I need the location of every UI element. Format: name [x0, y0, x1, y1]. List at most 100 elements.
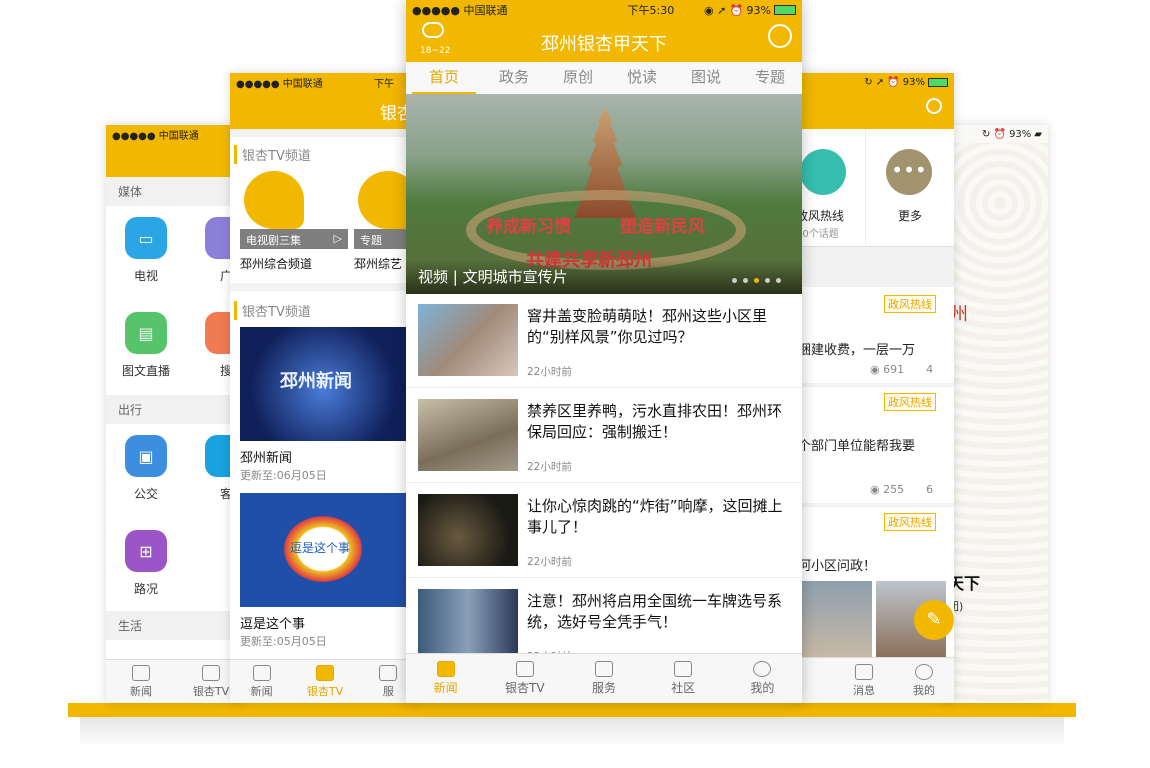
- service-row-3: ▣ 公交 客: [106, 435, 246, 502]
- battery-label: 93%: [746, 3, 771, 17]
- show-thumbnail[interactable]: 逗是这个事: [240, 493, 406, 607]
- channel-label: 邳州综艺: [354, 257, 403, 271]
- tv-icon: [202, 664, 220, 681]
- status-bar: ↻ ⏰ 93% ▰: [982, 128, 1042, 140]
- section-travel: 出行: [106, 395, 246, 424]
- phone-home: ●●●●● 中国联通 下午5:30 ◉ ➚ ⏰ 93% 18~22 邳州银杏甲天…: [406, 0, 802, 703]
- chat-icon: [674, 661, 693, 677]
- news-icon: [436, 661, 455, 677]
- tab-mine[interactable]: 我的: [894, 658, 954, 703]
- tab-mine[interactable]: 我的: [723, 654, 802, 703]
- baseline-shadow: [80, 717, 1064, 747]
- post-2[interactable]: 政风热线 个部门单位能帮我要 ◉ 255 6: [790, 387, 954, 503]
- news-item[interactable]: 注意！邳州将启用全国统一车牌选号系统，选好号全凭手气！ 22小时前: [406, 579, 802, 659]
- nav-reading[interactable]: 悦读: [610, 62, 674, 94]
- tab-service[interactable]: 服务: [564, 654, 643, 703]
- service-row-2: ▤ 图文直播 搜: [106, 312, 246, 379]
- news-time: 22小时前: [527, 556, 572, 568]
- channel-label: 邳州综合频道: [240, 257, 313, 271]
- header: ●●●●● 中国联通: [106, 125, 246, 177]
- news-title: 让你心惊肉跳的“炸街”响摩，这回摊上事儿了！: [527, 497, 783, 536]
- nav-home[interactable]: 首页: [412, 62, 476, 94]
- nav-politics[interactable]: 政务: [482, 62, 546, 94]
- tab-news[interactable]: 新闻: [106, 660, 176, 703]
- service-row-4: ⊞ 路况: [106, 530, 186, 597]
- news-item[interactable]: 禁养区里养鸭，污水直排农田！邳州环保局回应：强制搬迁！ 22小时前: [406, 389, 802, 483]
- post-1[interactable]: 政风热线 捆建收费，一层一万 ◉ 691 4: [790, 287, 954, 383]
- news-item[interactable]: 让你心惊肉跳的“炸街”响摩，这回摊上事儿了！ 22小时前: [406, 484, 802, 578]
- show-title: 逗是这个事: [240, 617, 306, 632]
- cell-label: 政风热线: [796, 209, 845, 223]
- post-text: 个部门单位能帮我要: [798, 439, 916, 454]
- tv-icon: [315, 664, 334, 681]
- news-item[interactable]: 窨井盖变脸萌萌哒！邳州这些小区里的“别样风景”你见过吗？ 22小时前: [406, 294, 802, 388]
- tab-news[interactable]: 新闻: [406, 654, 485, 703]
- compose-button[interactable]: ✎: [914, 600, 954, 640]
- channel-card[interactable]: 电视剧三集 ▷: [240, 171, 348, 249]
- show-art: 逗是这个事: [290, 541, 351, 555]
- news-time: 22小时前: [527, 366, 572, 378]
- tab-label: 新闻: [130, 684, 152, 698]
- banner[interactable]: 养成新习惯 塑造新民风 共建共享新邳州 视频 | 文明城市宣传片: [406, 94, 802, 294]
- status-bar: ↻ ➚ ⏰ 93%: [790, 73, 954, 91]
- phone-tv: ●●●●● 中国联通 下午 银杏 银杏TV频道 电视剧三集 ▷ 邳州综合频道 专题 …: [230, 73, 420, 703]
- news-title: 注意！邳州将启用全国统一车牌选号系统，选好号全凭手气！: [527, 592, 783, 631]
- live-icon: ▤: [125, 312, 167, 354]
- nav-original[interactable]: 原创: [546, 62, 610, 94]
- service-road[interactable]: ⊞ 路况: [106, 530, 186, 597]
- cell-more[interactable]: ••• 更多: [866, 129, 954, 247]
- search-icon[interactable]: [926, 98, 942, 114]
- ginkgo-logo: [244, 171, 304, 229]
- news-title: 窨井盖变脸萌萌哒！邳州这些小区里的“别样风景”你见过吗？: [527, 307, 768, 346]
- banner-slogan: 塑造新民风: [620, 217, 705, 237]
- nav-photos[interactable]: 图说: [674, 62, 738, 94]
- post-text: 捆建收费，一层一万: [798, 343, 916, 358]
- section-title: 银杏TV频道: [234, 301, 311, 320]
- tab-label: 服务: [592, 681, 617, 695]
- tab-label: 我的: [913, 683, 935, 697]
- views: 691: [883, 363, 905, 376]
- tab-label: 消息: [853, 683, 875, 697]
- news-thumbnail: [418, 304, 518, 376]
- tab-label: 银杏TV: [505, 681, 545, 695]
- post-tag: 政风热线: [884, 393, 936, 411]
- service-live[interactable]: ▤ 图文直播: [106, 312, 186, 379]
- news-icon: [132, 664, 150, 681]
- channel-section: 银杏TV频道 电视剧三集 ▷ 邳州综合频道 专题 邳州综艺: [230, 137, 420, 283]
- status-bar: ●●●●● 中国联通 下午5:30 ◉ ➚ ⏰ 93%: [406, 0, 802, 20]
- service-label: 图文直播: [121, 364, 170, 378]
- tab-news[interactable]: 新闻: [230, 660, 293, 703]
- time: 下午: [374, 78, 394, 90]
- yellow-baseline: [68, 703, 1076, 717]
- service-bus[interactable]: ▣ 公交: [106, 435, 186, 502]
- service-label: 路况: [133, 582, 158, 596]
- header: ●●●●● 中国联通 下午 银杏: [230, 73, 420, 129]
- post-text: 河小区问政！: [798, 559, 877, 574]
- search-icon[interactable]: [768, 24, 792, 48]
- cell-sub: 60个话题: [796, 229, 839, 240]
- show-updated: 更新至:06月05日: [240, 469, 327, 482]
- show-thumbnail[interactable]: 邳州新闻: [240, 327, 406, 441]
- carousel-dots: [732, 278, 781, 283]
- show-art: 邳州新闻: [280, 371, 352, 392]
- tab-community[interactable]: 社区: [644, 654, 723, 703]
- show-title: 邳州新闻: [240, 451, 293, 466]
- tab-label: 银杏TV: [306, 684, 344, 698]
- bus-icon: ▣: [125, 435, 167, 477]
- time: 下午5:30: [627, 4, 675, 17]
- tab-tv[interactable]: 银杏TV: [293, 660, 356, 703]
- post-stats: ◉ 691 4: [870, 363, 934, 376]
- service-icon: [379, 664, 398, 681]
- category-nav: 首页 政务 原创 悦读 图说 专题: [406, 62, 802, 94]
- grid-icon: [595, 661, 613, 677]
- tv-icon: ▭: [125, 217, 167, 259]
- pattern: [940, 143, 1048, 703]
- user-icon: [753, 661, 772, 677]
- user-icon: [915, 663, 933, 680]
- tab-messages[interactable]: 消息: [834, 658, 894, 703]
- tab-tv[interactable]: 银杏TV: [485, 654, 564, 703]
- post-stats: ◉ 255 6: [870, 483, 934, 496]
- battery-label: 93%: [1009, 128, 1032, 140]
- nav-topics[interactable]: 专题: [738, 62, 802, 94]
- service-tv[interactable]: ▭ 电视: [106, 217, 186, 284]
